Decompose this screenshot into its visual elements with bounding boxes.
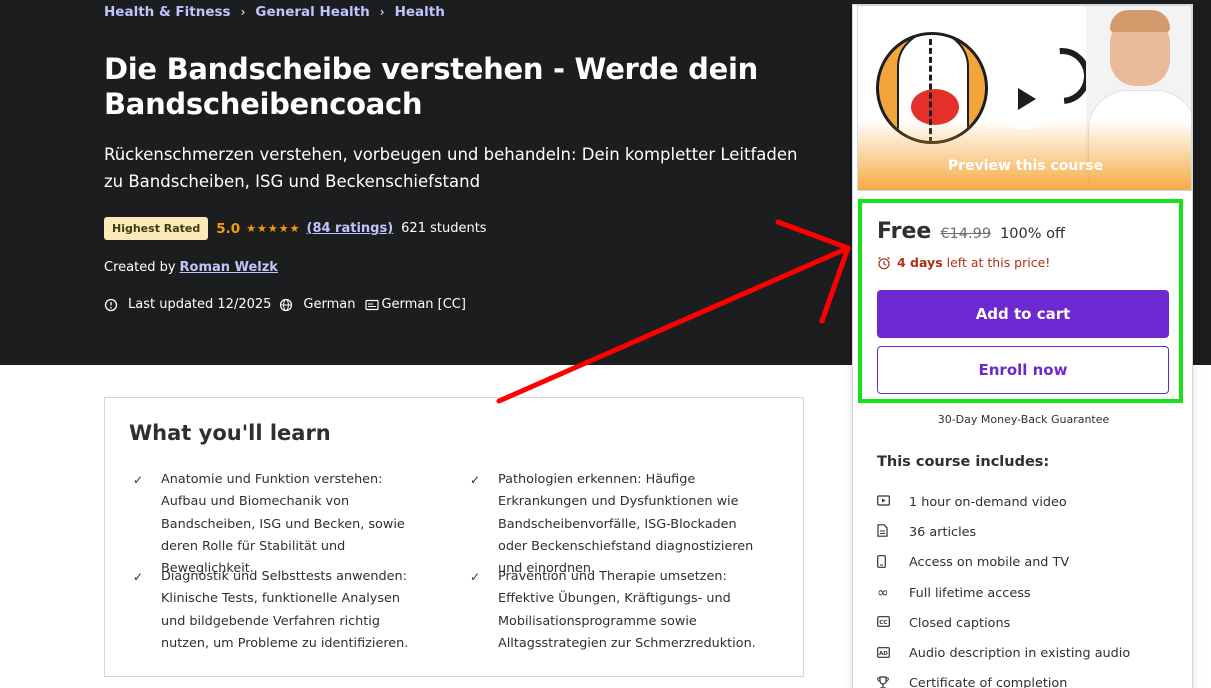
rating-row: Highest Rated 5.0 ★★★★★ (84 ratings) 621… <box>104 217 487 240</box>
star-rating-icon: ★★★★★ <box>246 222 301 235</box>
course-language: German <box>279 297 355 312</box>
include-item: 36 articles <box>877 517 1130 547</box>
learn-title: What you'll learn <box>129 421 331 445</box>
include-item: CC Closed captions <box>877 608 1130 638</box>
play-button[interactable] <box>993 68 1055 130</box>
course-title: Die Bandscheibe verstehen - Werde dein B… <box>104 52 759 121</box>
learn-item: ✓ Anatomie und Funktion verstehen: Aufba… <box>129 469 419 580</box>
what-youll-learn-box: What you'll learn ✓ Anatomie und Funktio… <box>104 397 804 677</box>
alert-badge-icon <box>104 298 118 311</box>
article-icon <box>877 524 909 540</box>
money-back-guarantee: 30-Day Money-Back Guarantee <box>937 413 1110 426</box>
globe-icon <box>280 298 293 311</box>
instructor-link[interactable]: Roman Welzk <box>180 260 278 275</box>
green-highlight-box <box>858 199 1183 403</box>
breadcrumb-general-health[interactable]: General Health <box>255 4 369 20</box>
audio-description-icon: AD <box>877 646 909 661</box>
check-icon: ✓ <box>470 570 481 584</box>
breadcrumb-health-fitness[interactable]: Health & Fitness <box>104 4 231 20</box>
learn-item: ✓ Pathologien erkennen: Häufige Erkranku… <box>466 469 756 580</box>
chevron-right-icon: › <box>240 5 246 19</box>
include-item: Access on mobile and TV <box>877 548 1130 578</box>
svg-text:CC: CC <box>879 620 887 626</box>
students-count: 621 students <box>401 221 487 236</box>
ratings-link[interactable]: (84 ratings) <box>307 221 394 236</box>
created-by: Created by Roman Welzk <box>104 260 278 275</box>
breadcrumb: Health & Fitness › General Health › Heal… <box>104 4 445 20</box>
infinity-icon: ∞ <box>877 585 889 602</box>
include-item: Certificate of completion <box>877 669 1130 688</box>
include-item: 1 hour on-demand video <box>877 487 1130 517</box>
svg-text:AD: AD <box>879 650 888 656</box>
play-icon <box>1017 88 1036 110</box>
captions-icon: CC <box>877 616 909 630</box>
created-by-label: Created by <box>104 260 176 275</box>
course-meta: Last updated 12/2025 German German [CC] <box>104 297 474 312</box>
check-icon: ✓ <box>133 473 144 487</box>
include-item: AD Audio description in existing audio <box>877 646 1131 662</box>
video-icon <box>877 495 909 510</box>
course-subtitle: Rückenschmerzen verstehen, vorbeugen und… <box>104 145 798 191</box>
includes-title: This course includes: <box>877 454 1050 470</box>
rating-score: 5.0 <box>216 220 241 237</box>
preview-label[interactable]: Preview this course <box>858 158 1191 174</box>
includes-list: 1 hour on-demand video 36 articles Acces… <box>877 487 1130 688</box>
trophy-icon <box>877 676 909 688</box>
last-updated: Last updated 12/2025 <box>104 297 271 312</box>
course-captions: German [CC] <box>365 297 466 312</box>
check-icon: ✓ <box>470 473 481 487</box>
check-icon: ✓ <box>133 570 144 584</box>
breadcrumb-health[interactable]: Health <box>395 4 445 20</box>
chevron-right-icon: › <box>379 5 385 19</box>
include-item: ∞ Full lifetime access <box>877 585 1031 602</box>
learn-item: ✓ Diagnostik und Selbsttests anwenden: K… <box>129 566 419 655</box>
highest-rated-badge: Highest Rated <box>104 217 209 240</box>
captions-icon <box>365 299 380 310</box>
learn-item: ✓ Prävention und Therapie umsetzen: Effe… <box>466 566 756 655</box>
mobile-icon <box>877 554 909 571</box>
course-preview-video[interactable]: Preview this course <box>857 5 1192 191</box>
